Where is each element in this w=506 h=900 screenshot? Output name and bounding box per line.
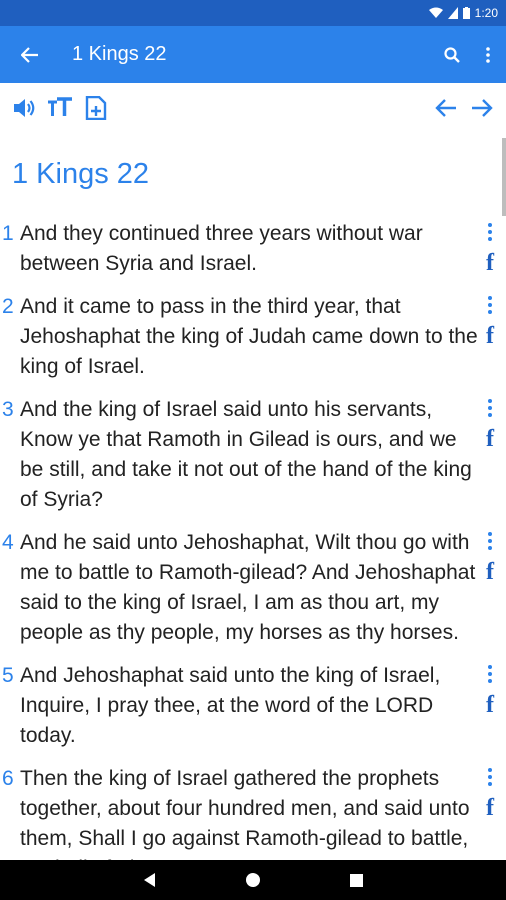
speaker-icon [14, 99, 35, 117]
scrollbar-thumb[interactable] [502, 138, 506, 216]
nav-recents-icon[interactable] [349, 873, 363, 887]
verse-more-icon[interactable] [482, 219, 498, 245]
verse-number: 1 [2, 222, 14, 245]
chapter-content[interactable]: 1 Kings 22 1 And they continued three yea… [0, 133, 506, 860]
verse-more-icon[interactable] [482, 528, 498, 554]
verse-text: And it came to pass in the third year, t… [20, 295, 478, 378]
reader-toolbar [0, 83, 506, 133]
arrow-left-icon [435, 99, 456, 117]
app-bar-title: 1 Kings 22 [72, 43, 167, 65]
back-button[interactable] [0, 26, 60, 83]
arrow-right-icon [472, 99, 493, 117]
facebook-share-icon[interactable]: f [481, 426, 499, 452]
previous-chapter-button[interactable] [428, 90, 464, 126]
nav-back-icon[interactable] [143, 873, 156, 887]
verse-more-icon[interactable] [482, 661, 498, 687]
verse-item[interactable]: 5 And Jehoshaphat said unto the king of I… [0, 661, 506, 751]
facebook-share-icon[interactable]: f [481, 323, 499, 349]
status-time: 1:20 [474, 6, 498, 20]
facebook-share-icon[interactable]: f [481, 559, 499, 585]
note-add-icon [85, 96, 107, 120]
signal-icon [447, 7, 458, 19]
audio-button[interactable] [6, 90, 42, 126]
text-size-icon [48, 97, 72, 116]
verse-text: And the king of Israel said unto his ser… [20, 398, 472, 511]
bookmark-add-button[interactable] [78, 90, 114, 126]
verse-more-icon[interactable] [482, 292, 498, 318]
arrow-left-icon [21, 46, 38, 63]
facebook-share-icon[interactable]: f [481, 692, 499, 718]
more-options-button[interactable] [470, 26, 506, 83]
battery-icon [462, 7, 470, 19]
verse-number: 5 [2, 664, 14, 687]
verse-text: And he said unto Jehoshaphat, Wilt thou … [20, 531, 476, 644]
verse-item[interactable]: 2 And it came to pass in the third year, … [0, 292, 506, 382]
next-chapter-button[interactable] [464, 90, 500, 126]
verse-text: And they continued three years without w… [20, 222, 423, 275]
app-bar: 1 Kings 22 [0, 26, 506, 83]
more-vert-icon [486, 46, 490, 63]
facebook-share-icon[interactable]: f [481, 795, 499, 821]
search-button[interactable] [434, 26, 470, 83]
verse-list: 1 And they continued three years without … [0, 219, 506, 860]
verse-text: And Jehoshaphat said unto the king of Is… [20, 664, 441, 747]
verse-number: 6 [2, 767, 14, 790]
verse-number: 4 [2, 531, 14, 554]
verse-item[interactable]: 6 Then the king of Israel gathered the pr… [0, 764, 506, 860]
verse-number: 2 [2, 295, 14, 318]
verse-item[interactable]: 4 And he said unto Jehoshaphat, Wilt thou… [0, 528, 506, 648]
status-bar: 1:20 [0, 0, 506, 26]
text-size-button[interactable] [42, 90, 78, 126]
verse-item[interactable]: 3 And the king of Israel said unto his se… [0, 395, 506, 515]
nav-home-icon[interactable] [245, 873, 260, 887]
verse-item[interactable]: 1 And they continued three years without … [0, 219, 506, 279]
chapter-title: 1 Kings 22 [12, 158, 150, 190]
verse-more-icon[interactable] [482, 764, 498, 790]
system-nav-bar [0, 860, 506, 900]
verse-more-icon[interactable] [482, 395, 498, 421]
verse-text: Then the king of Israel gathered the pro… [20, 767, 470, 860]
verse-number: 3 [2, 398, 14, 421]
facebook-share-icon[interactable]: f [481, 250, 499, 276]
search-icon [444, 46, 460, 63]
wifi-icon [428, 7, 443, 19]
